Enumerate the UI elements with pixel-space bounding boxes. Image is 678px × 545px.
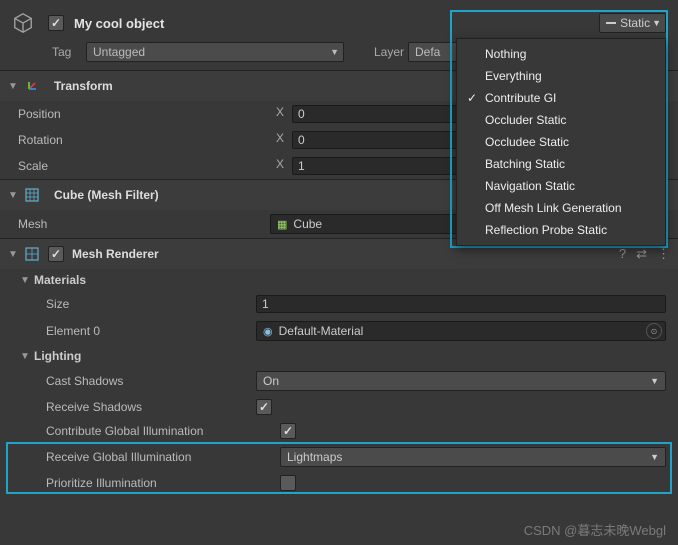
prioritize-checkbox[interactable] [280,475,296,491]
lighting-header[interactable]: ▼Lighting [0,345,678,367]
object-name-field[interactable] [74,16,599,31]
foldout-icon: ▼ [8,249,18,260]
active-checkbox[interactable] [48,15,64,31]
static-menu-item[interactable]: Off Mesh Link Generation [457,197,665,219]
gameobject-icon [12,12,34,34]
rotation-x-field[interactable]: 0 [292,131,466,149]
help-icon[interactable]: ? [619,246,626,262]
object-picker-icon[interactable]: ⊙ [646,323,662,339]
cast-shadows-label: Cast Shadows [12,374,256,388]
prioritize-label: Prioritize Illumination [12,476,280,490]
static-flags-menu[interactable]: NothingEverythingContribute GIOccluder S… [456,38,666,246]
foldout-icon: ▼ [8,190,18,201]
position-x-field[interactable]: 0 [292,105,466,123]
cast-shadows-dropdown[interactable]: On▼ [256,371,666,391]
materials-header[interactable]: ▼Materials [0,269,678,291]
chevron-down-icon: ▼ [652,18,661,28]
static-menu-item[interactable]: Reflection Probe Static [457,219,665,241]
meshrenderer-icon [22,245,42,263]
static-label: Static [620,16,650,30]
rotation-label: Rotation [12,133,270,147]
static-menu-item[interactable]: Batching Static [457,153,665,175]
material-asset-icon: ◉ [263,325,273,338]
mesh-label: Mesh [12,217,270,231]
menu-icon[interactable]: ⋮ [657,246,670,262]
mixed-icon [606,22,616,24]
transform-icon [22,77,42,95]
element0-field[interactable]: ◉Default-Material⊙ [256,321,666,341]
scale-x-field[interactable]: 1 [292,157,466,175]
chevron-down-icon: ▼ [330,47,339,57]
meshrenderer-enable-checkbox[interactable] [48,246,64,262]
receive-shadows-checkbox[interactable] [256,399,272,415]
static-menu-item[interactable]: Contribute GI [457,87,665,109]
materials-size-field[interactable]: 1 [256,295,666,313]
foldout-icon: ▼ [20,351,30,362]
static-dropdown[interactable]: Static ▼ [599,13,666,33]
tag-dropdown[interactable]: Untagged▼ [86,42,344,62]
static-menu-item[interactable]: Occluder Static [457,109,665,131]
receive-shadows-label: Receive Shadows [12,400,256,414]
receive-gi-label: Receive Global Illumination [12,450,280,464]
chevron-down-icon: ▼ [650,376,659,386]
chevron-down-icon: ▼ [650,452,659,462]
layer-label: Layer [374,45,402,59]
contribute-gi-label: Contribute Global Illumination [12,424,280,438]
receive-gi-dropdown[interactable]: Lightmaps▼ [280,447,666,467]
scale-label: Scale [12,159,270,173]
static-menu-item[interactable]: Nothing [457,43,665,65]
contribute-gi-checkbox[interactable] [280,423,296,439]
meshfilter-icon [22,186,42,204]
static-menu-item[interactable]: Occludee Static [457,131,665,153]
element0-label: Element 0 [12,324,256,338]
size-label: Size [12,297,256,311]
tag-label: Tag [52,45,80,59]
preset-icon[interactable]: ⇄ [636,246,647,262]
foldout-icon: ▼ [20,275,30,286]
static-menu-item[interactable]: Navigation Static [457,175,665,197]
position-label: Position [12,107,270,121]
foldout-icon: ▼ [8,81,18,92]
static-menu-item[interactable]: Everything [457,65,665,87]
mesh-asset-icon: ▦ [277,218,287,231]
watermark: CSDN @暮志未晚Webgl [524,520,666,539]
